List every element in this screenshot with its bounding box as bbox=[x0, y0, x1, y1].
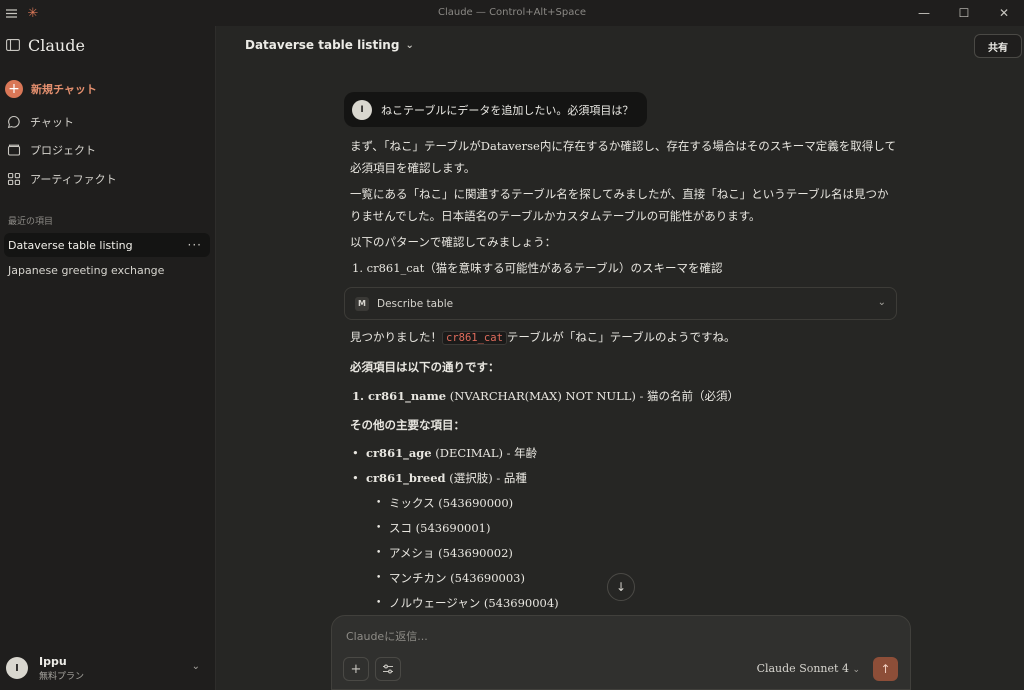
list-item: cr861_age (DECIMAL) - 年齢 bbox=[352, 441, 899, 466]
required-heading: 必須項目は以下の通りです： bbox=[350, 360, 500, 374]
sidebar-item-artifacts[interactable]: アーティファクト bbox=[7, 171, 117, 187]
folder-icon bbox=[7, 144, 21, 156]
avatar: I bbox=[352, 99, 372, 120]
list-item: ミックス (543690000) bbox=[376, 491, 899, 516]
plus-icon: + bbox=[350, 661, 362, 677]
user-message: I ねこテーブルにデータを追加したい。必須項目は？ bbox=[344, 92, 648, 127]
title-bar: ✳ Claude — Control+Alt+Space — ☐ ✕ bbox=[0, 0, 1024, 26]
recent-heading: 最近の項目 bbox=[8, 217, 54, 227]
chevron-down-icon: ⌄ bbox=[852, 665, 860, 675]
main-panel: Dataverse table listing ⌄ 共有 I ねこテーブルにデー… bbox=[217, 26, 1024, 690]
list-item: スコ (543690001) bbox=[376, 516, 899, 541]
field-desc: (選択肢) - 品種 bbox=[445, 471, 527, 485]
response-paragraph: 見つかりました！ cr861_cat テーブルが「ねこ」テーブルのようですね。 bbox=[344, 326, 899, 349]
claude-logo-icon: ✳ bbox=[27, 5, 39, 21]
list-item: アメショ (543690002) bbox=[376, 541, 899, 566]
send-button[interactable]: ↑ bbox=[873, 657, 898, 681]
chevron-down-icon: ⌄ bbox=[405, 39, 414, 51]
plus-icon: + bbox=[5, 80, 23, 98]
conversation: I ねこテーブルにデータを追加したい。必須項目は？ まず、「ねこ」テーブルがDa… bbox=[344, 92, 899, 616]
minimize-icon[interactable]: — bbox=[904, 0, 944, 26]
inline-code: cr861_cat bbox=[442, 331, 507, 345]
new-chat-label: 新規チャット bbox=[31, 83, 97, 96]
field-desc: (NVARCHAR(MAX) NOT NULL) - 猫の名前（必須） bbox=[446, 389, 740, 403]
response-paragraph: まず、「ねこ」テーブルがDataverse内に存在するか確認し、存在する場合はそ… bbox=[350, 139, 896, 175]
list-item: ノルウェージャン (543690004) bbox=[376, 591, 899, 616]
chat-title-dropdown[interactable]: Dataverse table listing ⌄ bbox=[245, 38, 414, 52]
chevron-down-icon: ⌄ bbox=[877, 297, 886, 308]
brand-name: Claude bbox=[28, 36, 85, 55]
chat-title: Dataverse table listing bbox=[245, 38, 400, 52]
field-name: 1. cr861_name bbox=[352, 389, 447, 403]
message-input[interactable]: Claudeに返信... bbox=[346, 628, 428, 644]
chat-header: Dataverse table listing ⌄ 共有 bbox=[217, 26, 1024, 66]
recent-item-label: Japanese greeting exchange bbox=[8, 263, 165, 277]
recent-item-dataverse[interactable]: Dataverse table listing ··· bbox=[4, 233, 210, 257]
field-name: cr861_age bbox=[366, 446, 432, 460]
sliders-icon bbox=[383, 664, 393, 674]
response-paragraph: 一覧にある「ねこ」に関連するテーブル名を探してみましたが、直接「ねこ」というテー… bbox=[350, 187, 889, 223]
user-message-text: ねこテーブルにデータを追加したい。必須項目は？ bbox=[381, 103, 634, 117]
brand: Claude bbox=[6, 36, 85, 55]
tool-call-describe-table[interactable]: M Describe table ⌄ bbox=[344, 287, 897, 320]
sidebar: Claude + 新規チャット チャット プロジェクト アーティファクト 最近の… bbox=[0, 26, 216, 690]
window-controls: — ☐ ✕ bbox=[904, 0, 1024, 26]
add-attachment-button[interactable]: + bbox=[343, 657, 369, 681]
sidebar-toggle-icon[interactable] bbox=[6, 36, 20, 55]
hamburger-menu-icon[interactable] bbox=[0, 0, 22, 26]
found-prefix: 見つかりました！ bbox=[350, 330, 442, 344]
new-chat-button[interactable]: + 新規チャット bbox=[5, 80, 97, 98]
list-item: マンチカン (543690003) bbox=[376, 566, 899, 591]
model-selector[interactable]: Claude Sonnet 4 ⌄ bbox=[757, 662, 860, 675]
recent-item-label: Dataverse table listing bbox=[8, 238, 133, 252]
arrow-down-icon: ↓ bbox=[615, 580, 627, 594]
sidebar-item-label: チャット bbox=[30, 116, 74, 129]
response-paragraph: 以下のパターンで確認してみましょう： bbox=[350, 235, 557, 249]
breed-list: ミックス (543690000) スコ (543690001) アメショ (54… bbox=[366, 491, 899, 616]
close-icon[interactable]: ✕ bbox=[984, 0, 1024, 26]
field-name: cr861_breed bbox=[366, 471, 446, 485]
sidebar-item-label: アーティファクト bbox=[30, 173, 117, 186]
sidebar-item-label: プロジェクト bbox=[30, 144, 96, 157]
tools-button[interactable] bbox=[375, 657, 401, 681]
window-title: Claude — Control+Alt+Space bbox=[437, 7, 586, 18]
model-name: Claude Sonnet 4 bbox=[756, 662, 849, 675]
tool-label: Describe table bbox=[377, 297, 454, 310]
scroll-to-bottom-button[interactable]: ↓ bbox=[607, 573, 635, 601]
response-step: 1. cr861_cat（猫を意味する可能性があるテーブル）のスキーマを確認 bbox=[352, 261, 723, 275]
tool-icon: M bbox=[355, 296, 369, 311]
sidebar-item-projects[interactable]: プロジェクト bbox=[7, 142, 96, 158]
field-desc: (DECIMAL) - 年齢 bbox=[431, 446, 538, 460]
recent-item-greeting[interactable]: Japanese greeting exchange bbox=[4, 258, 210, 282]
composer: Claudeに返信... + Claude Sonnet 4 ⌄ ↑ bbox=[331, 615, 911, 690]
more-options-icon[interactable]: ··· bbox=[188, 238, 202, 252]
other-heading: その他の主要な項目： bbox=[350, 418, 465, 432]
chat-bubble-icon bbox=[7, 115, 20, 129]
avatar: I bbox=[6, 657, 28, 679]
maximize-icon[interactable]: ☐ bbox=[944, 0, 984, 26]
share-button[interactable]: 共有 bbox=[974, 34, 1022, 58]
chevron-down-icon: ⌄ bbox=[191, 661, 200, 672]
sidebar-item-chats[interactable]: チャット bbox=[7, 114, 74, 130]
user-name: Ippu bbox=[39, 654, 67, 668]
arrow-up-icon: ↑ bbox=[880, 662, 891, 676]
grid-icon bbox=[7, 172, 21, 186]
required-field-item: 1. cr861_name (NVARCHAR(MAX) NOT NULL) -… bbox=[344, 385, 899, 407]
found-suffix: テーブルが「ねこ」テーブルのようですね。 bbox=[506, 330, 736, 344]
user-plan: 無料プラン bbox=[39, 671, 85, 682]
user-menu[interactable]: I Ippu 無料プラン ⌄ bbox=[6, 652, 210, 684]
